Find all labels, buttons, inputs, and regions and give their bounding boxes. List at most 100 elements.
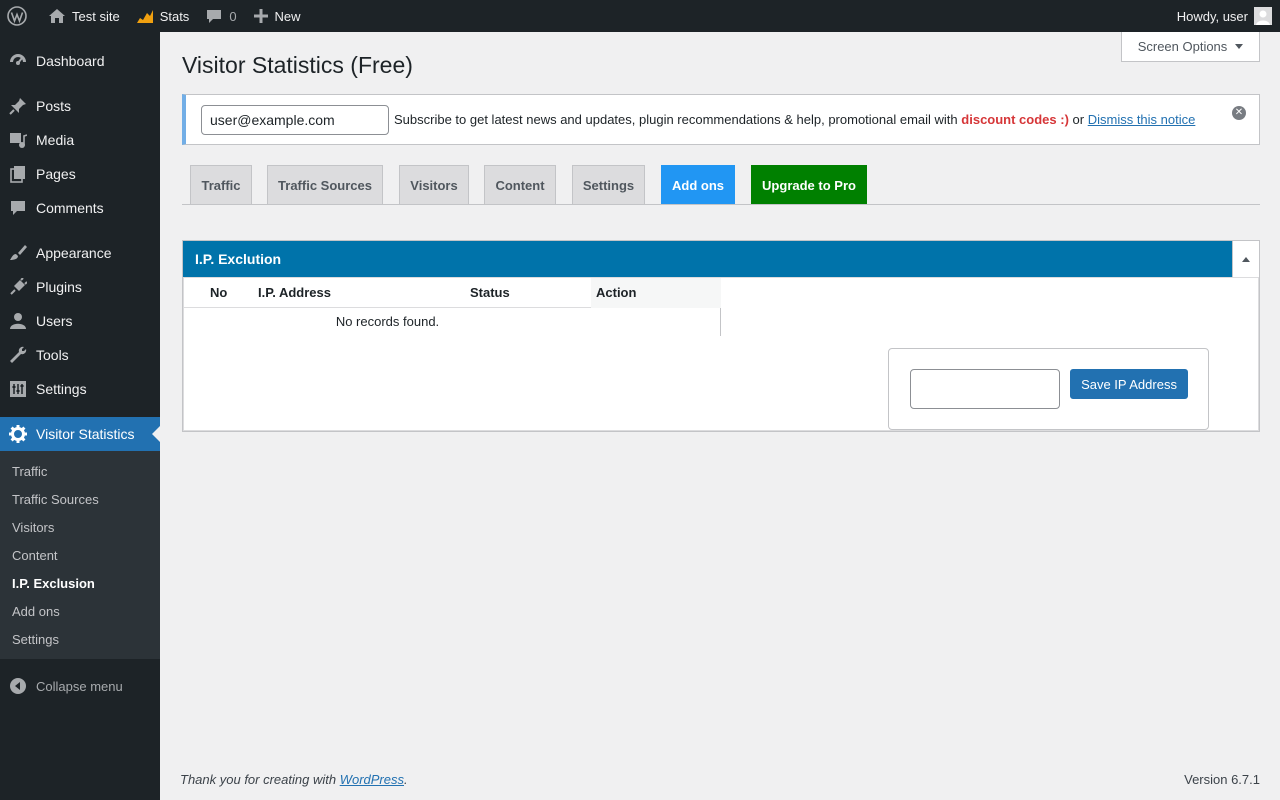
empty-message: No records found.: [335, 314, 440, 329]
caret-down-icon: [1235, 44, 1244, 49]
save-ip-address-button[interactable]: Save IP Address: [1070, 369, 1188, 399]
subscribe-notice: Subscribe to get latest news and updates…: [182, 94, 1260, 145]
menu-label: Users: [36, 313, 73, 329]
pin-icon: [8, 96, 28, 116]
menu-appearance[interactable]: Appearance: [0, 236, 160, 270]
admin-bar: Test site Stats 0 New Howdy, user: [0, 0, 1280, 32]
avatar: [1254, 7, 1272, 25]
howdy-text: Howdy, user: [1176, 8, 1248, 24]
stats-chart-icon: [136, 10, 153, 23]
site-name: Test site: [72, 8, 120, 24]
tab-traffic-sources[interactable]: Traffic Sources: [267, 165, 383, 204]
menu-comments[interactable]: Comments: [0, 191, 160, 225]
menu-label: Visitor Statistics: [36, 426, 135, 442]
page-title: Visitor Statistics (Free): [182, 52, 413, 78]
add-ip-form: Save IP Address: [888, 348, 1209, 430]
site-name-link[interactable]: Test site: [40, 0, 128, 32]
menu-label: Media: [36, 132, 75, 148]
screen-options-button[interactable]: Screen Options: [1121, 32, 1260, 62]
menu-label: Comments: [36, 200, 104, 216]
submenu-visitors[interactable]: Visitors: [0, 513, 160, 541]
comments-count: 0: [229, 8, 237, 24]
menu-dashboard[interactable]: Dashboard: [0, 44, 160, 78]
postbox-toggle-button[interactable]: [1232, 241, 1259, 277]
wordpress-link[interactable]: WordPress: [340, 772, 404, 787]
column-header-ip-address: I.P. Address: [258, 285, 331, 300]
footer-version: Version 6.7.1: [1184, 772, 1260, 787]
tab-bar: Traffic Traffic Sources Visitors Content…: [182, 165, 1260, 205]
column-header-no: No: [210, 285, 228, 300]
comment-icon: [8, 198, 28, 218]
menu-label: Tools: [36, 347, 69, 363]
main-content: Screen Options Visitor Statistics (Free)…: [160, 32, 1280, 800]
notice-text: Subscribe to get latest news and updates…: [394, 112, 1195, 127]
account-menu[interactable]: Howdy, user: [1177, 0, 1272, 32]
menu-label: Appearance: [36, 245, 112, 261]
submenu-traffic-sources[interactable]: Traffic Sources: [0, 485, 160, 513]
menu-label: Settings: [36, 381, 87, 397]
visitor-statistics-submenu: Traffic Traffic Sources Visitors Content…: [0, 451, 160, 659]
screen-options-label: Screen Options: [1137, 39, 1228, 54]
user-icon: [8, 311, 28, 331]
footer-thanks: Thank you for creating with WordPress.: [180, 772, 408, 787]
submenu-ip-exclusion[interactable]: I.P. Exclusion: [0, 569, 160, 597]
tab-upgrade-to-pro[interactable]: Upgrade to Pro: [751, 165, 867, 204]
stats-label: Stats: [159, 8, 190, 24]
stats-link[interactable]: Stats: [128, 0, 198, 32]
menu-label: Posts: [36, 98, 72, 114]
submenu-settings[interactable]: Settings: [0, 625, 160, 653]
menu-posts[interactable]: Posts: [0, 89, 160, 123]
ip-address-input[interactable]: [910, 369, 1060, 409]
ip-exclusion-postbox: I.P. Exclution No I.P. Address Status Ac…: [182, 240, 1260, 432]
comments-link[interactable]: 0: [197, 0, 244, 32]
action-column: Action: [591, 278, 721, 308]
collapse-arrow-icon: [10, 678, 26, 694]
discount-text: discount codes :): [961, 112, 1069, 127]
menu-plugins[interactable]: Plugins: [0, 270, 160, 304]
admin-sidebar: Dashboard Posts Media Pages Comments App…: [0, 32, 160, 800]
dashboard-icon: [8, 51, 28, 71]
menu-tools[interactable]: Tools: [0, 338, 160, 372]
menu-media[interactable]: Media: [0, 123, 160, 157]
plug-icon: [8, 277, 28, 297]
submenu-add-ons[interactable]: Add ons: [0, 597, 160, 625]
plus-icon: [253, 9, 268, 23]
or-text: or: [1072, 112, 1085, 127]
tab-settings[interactable]: Settings: [572, 165, 645, 204]
wrench-icon: [8, 345, 28, 365]
pages-icon: [8, 164, 28, 184]
dismiss-notice-link[interactable]: Dismiss this notice: [1088, 112, 1196, 127]
new-content-link[interactable]: New: [245, 0, 309, 32]
menu-visitor-statistics[interactable]: Visitor Statistics: [0, 417, 160, 451]
home-icon: [49, 9, 65, 23]
column-header-action: Action: [596, 285, 637, 300]
notice-message: Subscribe to get latest news and updates…: [394, 112, 958, 127]
close-icon[interactable]: ✕: [1232, 106, 1246, 120]
collapse-menu-button[interactable]: Collapse menu: [0, 669, 160, 703]
settings-icon: [8, 379, 28, 399]
menu-pages[interactable]: Pages: [0, 157, 160, 191]
postbox-title: I.P. Exclution: [183, 241, 1233, 277]
new-label: New: [274, 8, 301, 24]
submenu-traffic[interactable]: Traffic: [0, 457, 160, 485]
comment-bubble-icon: [207, 10, 222, 23]
tab-content[interactable]: Content: [484, 165, 556, 204]
caret-up-icon: [1242, 256, 1250, 262]
postbox-inner: No I.P. Address Status Action No records…: [183, 277, 1259, 431]
table-header: No I.P. Address Status: [184, 278, 591, 308]
brush-icon: [8, 243, 28, 263]
tab-traffic[interactable]: Traffic: [190, 165, 252, 204]
wordpress-logo-icon[interactable]: [0, 0, 40, 32]
menu-users[interactable]: Users: [0, 304, 160, 338]
submenu-content[interactable]: Content: [0, 541, 160, 569]
menu-settings[interactable]: Settings: [0, 372, 160, 406]
ip-table: No I.P. Address Status Action No records…: [184, 278, 721, 336]
collapse-label: Collapse menu: [36, 678, 123, 694]
tab-visitors[interactable]: Visitors: [399, 165, 469, 204]
column-header-status: Status: [470, 285, 510, 300]
menu-label: Pages: [36, 166, 76, 182]
footer-thanks-text: Thank you for creating with: [180, 772, 337, 787]
media-icon: [8, 130, 28, 150]
email-field[interactable]: [201, 104, 389, 135]
tab-add-ons[interactable]: Add ons: [661, 165, 735, 204]
